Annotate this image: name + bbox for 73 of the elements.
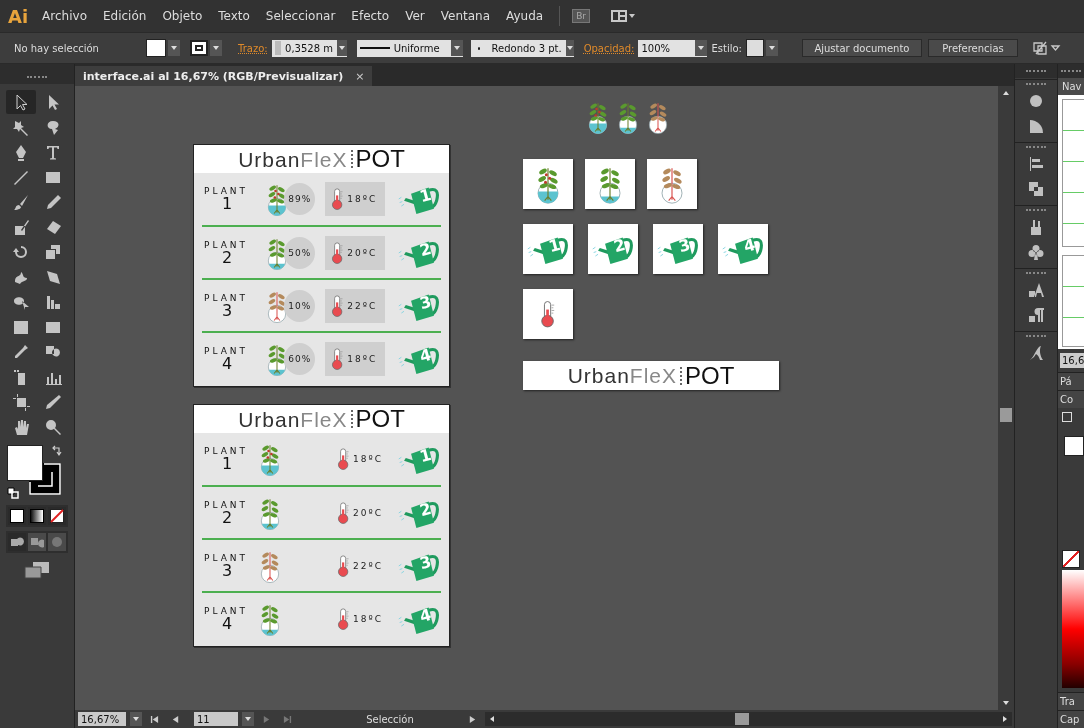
transparency-panel-header[interactable]: Tra [1058, 692, 1084, 710]
can-number: 2 [418, 500, 433, 519]
can-number: 3 [418, 553, 433, 572]
plant-number: 4 [222, 615, 233, 632]
can-number: 1 [418, 446, 433, 466]
plant-label: PLANT [204, 292, 249, 303]
menu-item[interactable]: Ventana [440, 9, 491, 23]
temperature-reading: 22ºC [353, 560, 384, 571]
plant-label: PLANT [204, 345, 249, 356]
can-number: 2 [612, 236, 627, 256]
artboard-field[interactable]: 11 [194, 712, 238, 726]
urbanflex-logo: UrbanFleX POT [238, 407, 405, 431]
app-logo: Ai [8, 5, 29, 27]
menu-item[interactable]: Efecto [351, 9, 390, 23]
urbanflex-logo: UrbanFleX POT [238, 147, 405, 171]
plant-label: PLANT [204, 239, 249, 250]
temperature-reading: 18ºC [353, 613, 384, 624]
can-number: 1 [547, 236, 562, 256]
can-number: 1 [418, 186, 433, 206]
plant-label: PLANT [204, 605, 249, 616]
menu-item[interactable]: Seleccionar [265, 9, 336, 23]
urbanflex-logo: UrbanFleX POT [567, 363, 735, 388]
can-number: 3 [418, 293, 433, 312]
plant-label: PLANT [204, 446, 249, 456]
menu-item[interactable]: Ver [405, 9, 425, 23]
selection-status: No hay selección [14, 42, 100, 54]
document-tab[interactable]: interface.ai al 16,67% (RGB/Previsualizar) × [75, 66, 373, 86]
brush-dropdown[interactable]: Redondo 3 pt. [470, 39, 574, 57]
menu-item[interactable]: Archivo [42, 9, 87, 23]
menu-item[interactable]: Objeto [162, 9, 203, 23]
plant-number: 2 [222, 249, 233, 266]
navigator-zoom-field[interactable]: 16,6 [1060, 353, 1084, 368]
layers-panel-header[interactable]: Cap [1058, 710, 1084, 728]
control-button[interactable]: Ajustar documento [801, 39, 922, 57]
plant-number: 2 [222, 509, 233, 526]
temperature-reading: 18ºC [353, 454, 384, 464]
can-number: 4 [418, 346, 433, 365]
humidity-reading: 89% [284, 183, 316, 215]
menu-item[interactable]: Ayuda [506, 9, 544, 23]
stroke-weight-field[interactable]: 0,3528 m [271, 39, 347, 57]
stroke-profile-dropdown[interactable]: Uniforme [356, 39, 463, 57]
color-panel-header[interactable]: Co [1058, 390, 1084, 408]
menu-item[interactable]: Edición [102, 9, 147, 23]
humidity-reading: 50% [284, 236, 316, 269]
temperature-reading: 18ºC [347, 194, 378, 204]
stroke-label[interactable]: Trazo: [238, 42, 268, 54]
plant-label: PLANT [204, 186, 249, 196]
temperature-reading: 18ºC [347, 353, 378, 364]
plant-number: 3 [222, 562, 233, 579]
can-number: 4 [418, 606, 433, 625]
navigator-tab[interactable]: Nav [1058, 78, 1084, 95]
opacity-label[interactable]: Opacidad: [583, 42, 635, 54]
can-number: 3 [677, 236, 692, 256]
can-number: 2 [418, 240, 433, 259]
plant-number: 4 [222, 355, 233, 372]
menu-item[interactable]: Texto [218, 9, 250, 23]
current-tool-status: Selección [365, 713, 415, 725]
control-button[interactable]: Preferencias [927, 39, 1018, 57]
temperature-reading: 20ºC [347, 247, 378, 258]
plant-number: 1 [221, 456, 233, 472]
zoom-field[interactable]: 16,67% [78, 712, 126, 726]
plant-label: PLANT [204, 552, 249, 563]
opacity-field[interactable]: 100% [638, 39, 708, 57]
plant-number: 1 [221, 196, 233, 212]
plant-label: PLANT [204, 499, 249, 510]
pages-panel-header[interactable]: Pá [1058, 372, 1084, 390]
style-label: Estilo: [711, 42, 742, 54]
humidity-reading: 10% [284, 289, 316, 322]
can-number: 4 [742, 236, 757, 256]
humidity-reading: 60% [284, 342, 316, 375]
plant-number: 3 [222, 302, 233, 319]
temperature-reading: 22ºC [347, 300, 378, 311]
temperature-reading: 20ºC [353, 507, 384, 518]
